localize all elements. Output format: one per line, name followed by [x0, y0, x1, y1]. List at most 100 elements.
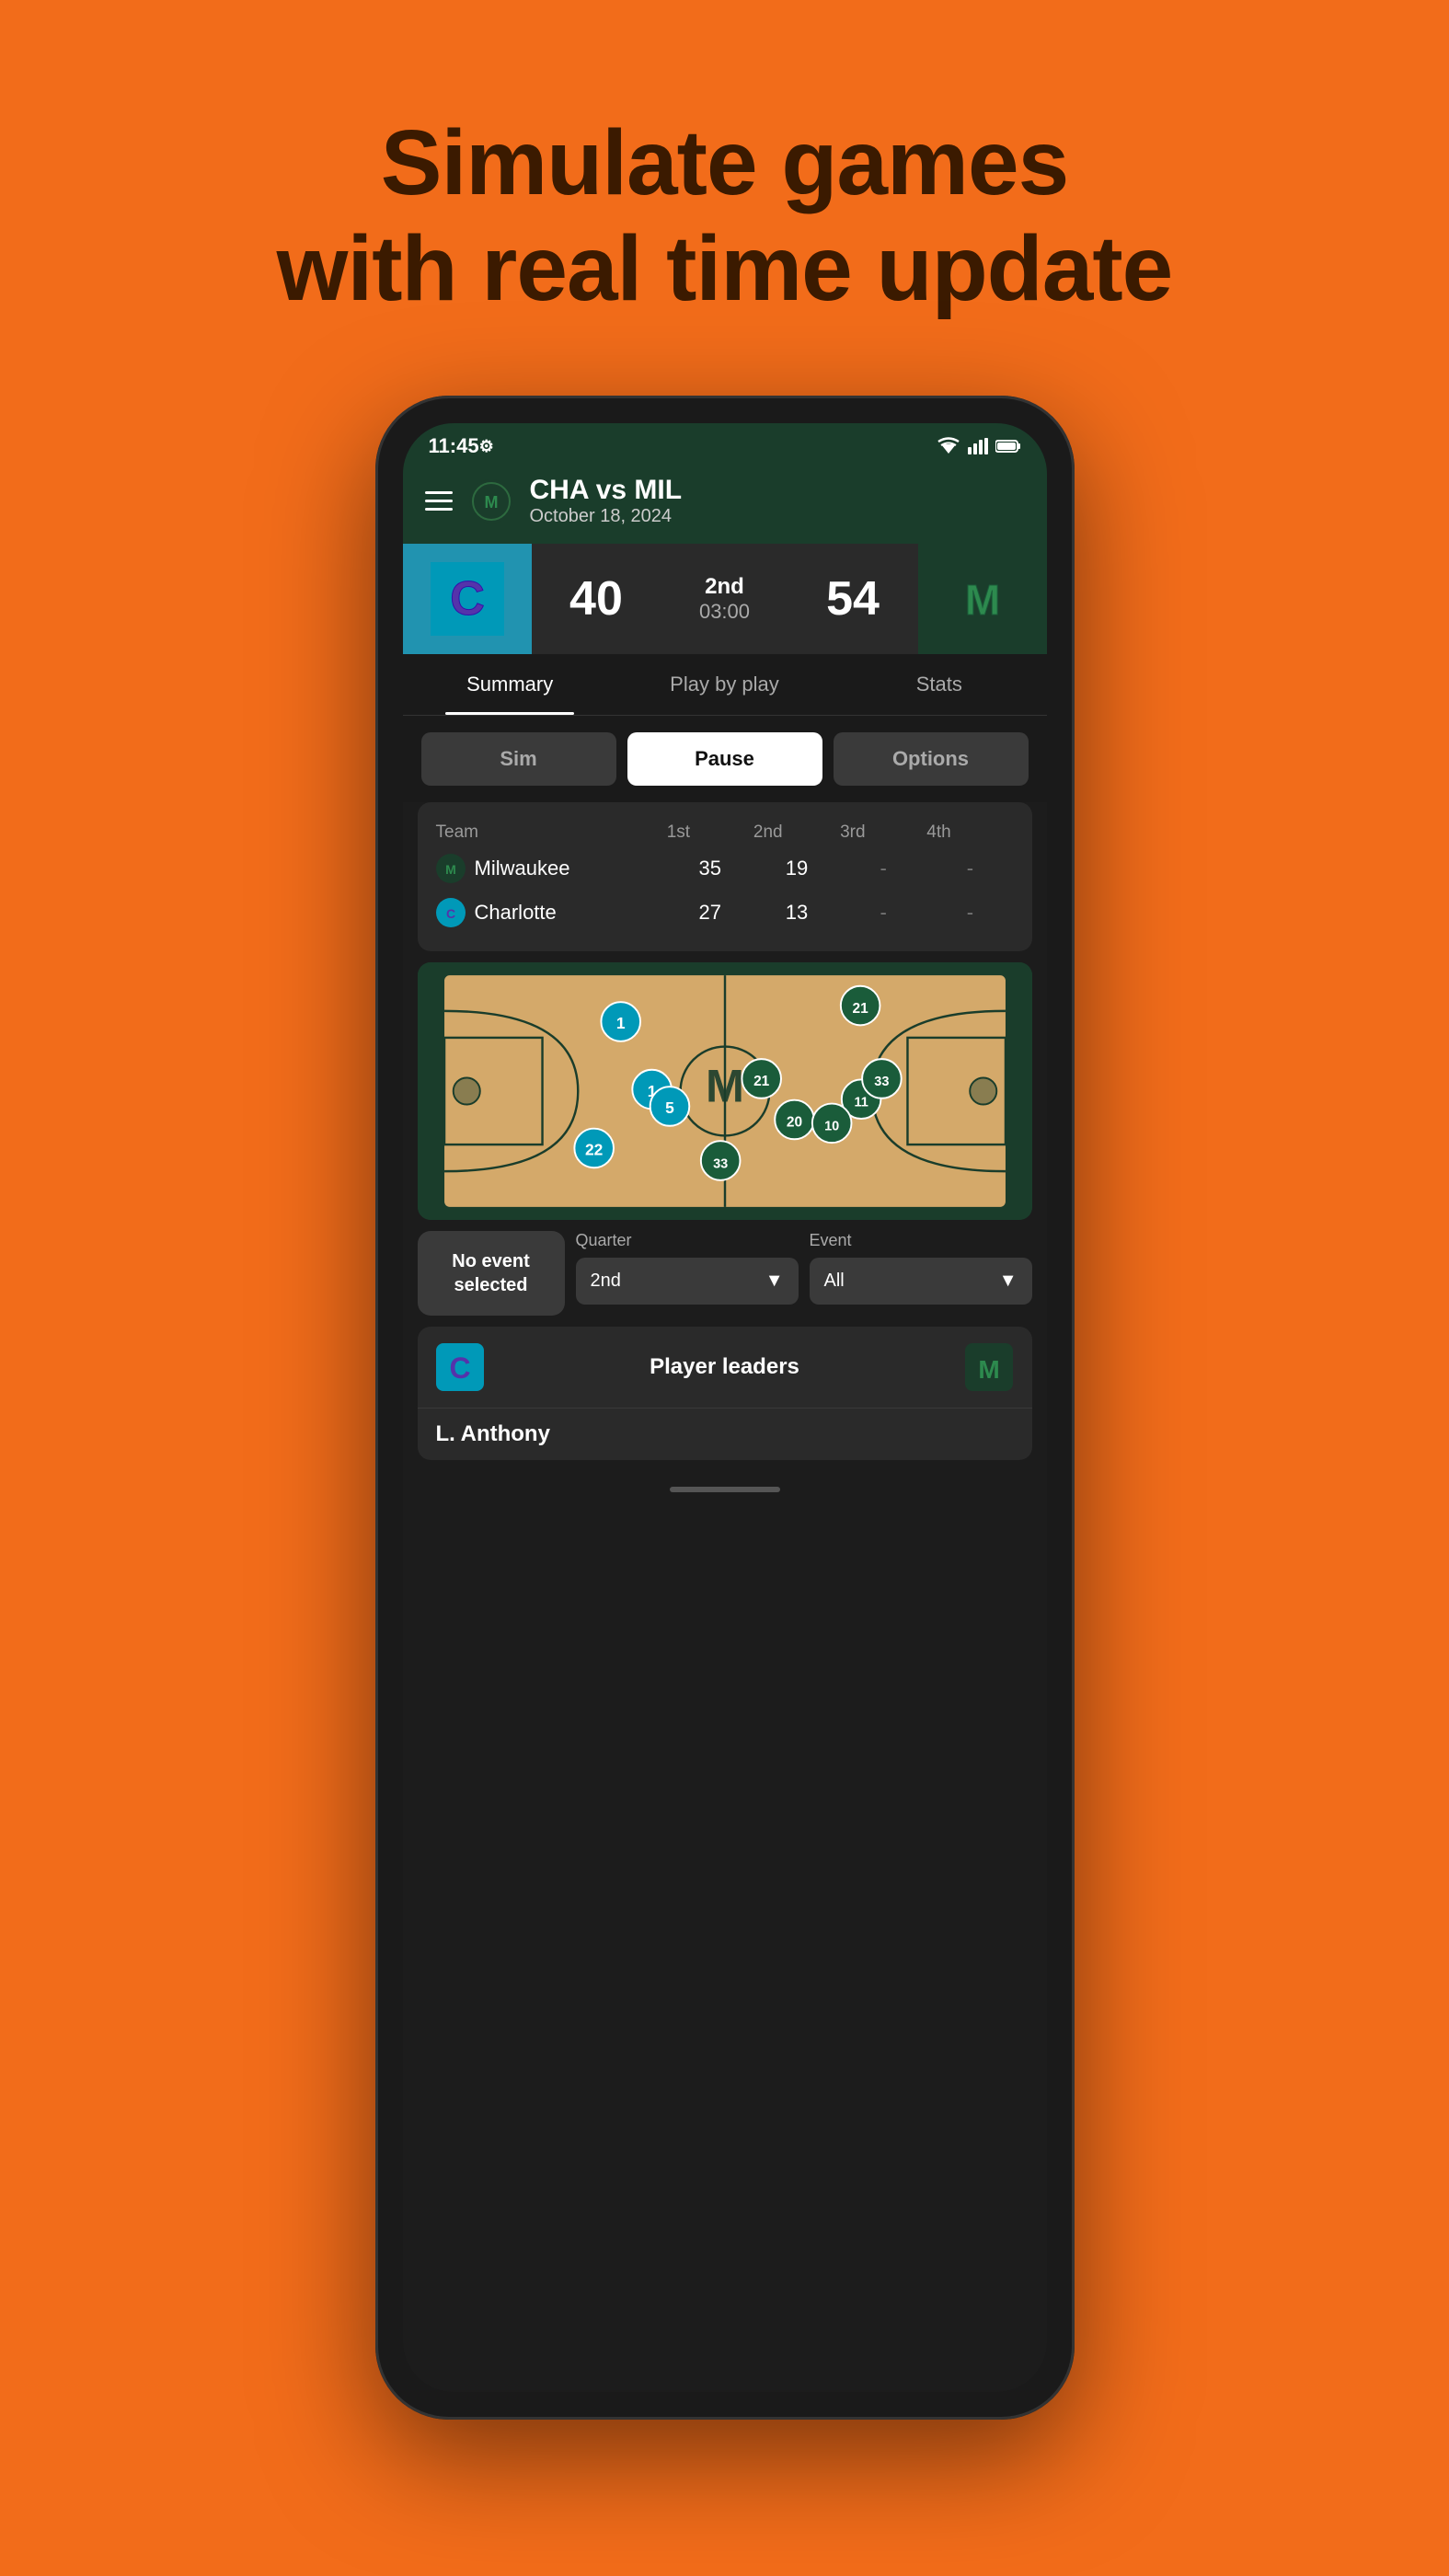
quarter-dropdown[interactable]: 2nd ▼ — [576, 1258, 799, 1305]
mil-q2: 19 — [753, 846, 840, 891]
match-title: CHA vs MIL — [530, 475, 1025, 506]
team-cha-cell: C Charlotte — [436, 898, 667, 927]
phone-frame: 11:45 ⚙ — [375, 396, 1075, 2420]
svg-text:20: 20 — [786, 1115, 801, 1131]
tab-bar: Summary Play by play Stats — [403, 654, 1047, 716]
mil-logo-small-icon: M — [471, 481, 512, 522]
cha-row-logo: C — [436, 898, 466, 927]
quarter-filter: Quarter 2nd ▼ — [576, 1231, 799, 1305]
svg-text:M: M — [445, 862, 456, 877]
event-chevron-icon: ▼ — [999, 1271, 1018, 1292]
svg-text:22: 22 — [584, 1141, 602, 1159]
quarter-label: Quarter — [576, 1231, 799, 1250]
basketball-court: M 1 1 5 22 21 21 20 33 — [418, 962, 1032, 1220]
court-svg: M 1 1 5 22 21 21 20 33 — [418, 962, 1032, 1220]
filters-row: Quarter 2nd ▼ Event All ▼ — [576, 1231, 1032, 1305]
scoreboard: C 40 2nd 03:00 54 M — [403, 544, 1047, 654]
leaders-title: Player leaders — [650, 1354, 799, 1380]
table-row: C Charlotte 27 13 - - — [436, 891, 1014, 935]
cha-team-name: Charlotte — [475, 901, 557, 925]
svg-text:33: 33 — [874, 1075, 889, 1089]
tab-play-by-play[interactable]: Play by play — [617, 654, 832, 715]
col-q2: 2nd — [753, 819, 840, 846]
cha-leaders-logo-icon: C — [436, 1343, 484, 1391]
mil-leaders-logo-icon: M — [965, 1343, 1013, 1391]
col-q3: 3rd — [840, 819, 926, 846]
score-right: 54 — [826, 571, 880, 627]
svg-text:M: M — [706, 1060, 744, 1112]
svg-text:10: 10 — [824, 1120, 839, 1134]
leaders-body: L. Anthony — [418, 1409, 1032, 1460]
svg-text:C: C — [450, 572, 485, 626]
time-display: 03:00 — [699, 600, 750, 624]
mil-q3: - — [840, 846, 926, 891]
svg-text:C: C — [449, 1351, 470, 1385]
game-controls: Sim Pause Options — [403, 716, 1047, 802]
mil-logo-icon: M — [946, 562, 1019, 636]
options-button[interactable]: Options — [834, 732, 1029, 786]
svg-text:21: 21 — [753, 1074, 770, 1089]
match-date: October 18, 2024 — [530, 506, 1025, 527]
svg-text:21: 21 — [852, 1001, 868, 1017]
app-header: M CHA vs MIL October 18, 2024 — [403, 466, 1047, 544]
cha-logo-icon: C — [431, 562, 504, 636]
col-team: Team — [436, 819, 667, 846]
cha-q4: - — [926, 891, 1013, 935]
event-selector: No event selected Quarter 2nd ▼ Event A — [418, 1231, 1032, 1316]
no-event-text: No event selected — [434, 1249, 548, 1297]
svg-text:1: 1 — [615, 1014, 625, 1032]
settings-icon: ⚙ — [479, 437, 494, 456]
battery-icon — [995, 439, 1021, 454]
mil-q1: 35 — [667, 846, 753, 891]
match-info: CHA vs MIL October 18, 2024 — [530, 475, 1025, 527]
headline: Simulate games with real time update — [277, 110, 1173, 322]
team-left-panel: C — [403, 544, 532, 654]
table-row: M Milwaukee 35 19 - - — [436, 846, 1014, 891]
no-event-box: No event selected — [418, 1231, 565, 1316]
wifi-icon — [937, 437, 960, 455]
mil-row-logo: M — [436, 854, 466, 883]
player-name: L. Anthony — [436, 1421, 550, 1446]
quarter-scores-table: Team 1st 2nd 3rd 4th M — [418, 802, 1032, 951]
headline-line2: with real time update — [277, 216, 1173, 322]
event-filter: Event All ▼ — [810, 1231, 1032, 1305]
event-value: All — [824, 1271, 845, 1292]
svg-text:M: M — [979, 1355, 1000, 1384]
mil-team-name: Milwaukee — [475, 857, 570, 880]
headline-line1: Simulate games — [277, 110, 1173, 216]
pause-button[interactable]: Pause — [627, 732, 822, 786]
svg-text:M: M — [964, 576, 999, 624]
headline-container: Simulate games with real time update — [277, 55, 1173, 322]
team-mil-cell: M Milwaukee — [436, 854, 667, 883]
tab-stats[interactable]: Stats — [832, 654, 1046, 715]
home-indicator — [403, 1471, 1047, 1508]
menu-button[interactable] — [425, 491, 453, 511]
phone-screen: 11:45 ⚙ — [403, 423, 1047, 2392]
quarter-chevron-icon: ▼ — [765, 1271, 784, 1292]
cha-q1: 27 — [667, 891, 753, 935]
status-time: 11:45 — [429, 434, 479, 458]
filters-section: Quarter 2nd ▼ Event All ▼ — [576, 1231, 1032, 1316]
team-logo-header: M — [469, 479, 513, 523]
col-q1: 1st — [667, 819, 753, 846]
quarter-display: 2nd — [699, 574, 750, 600]
mil-q4: - — [926, 846, 1013, 891]
score-center: 40 2nd 03:00 54 — [532, 544, 918, 654]
status-icons — [937, 437, 1021, 455]
svg-text:11: 11 — [854, 1095, 868, 1110]
status-bar: 11:45 ⚙ — [403, 423, 1047, 466]
home-bar — [670, 1487, 780, 1492]
svg-text:5: 5 — [665, 1098, 674, 1117]
event-label: Event — [810, 1231, 1032, 1250]
signal-icon — [968, 438, 988, 454]
sim-button[interactable]: Sim — [421, 732, 616, 786]
svg-text:33: 33 — [713, 1156, 728, 1171]
cha-q3: - — [840, 891, 926, 935]
svg-text:C: C — [445, 906, 454, 921]
player-leaders-section: C Player leaders M L. Anthony — [418, 1327, 1032, 1460]
tab-summary[interactable]: Summary — [403, 654, 617, 715]
quarter-value: 2nd — [591, 1271, 621, 1292]
game-clock: 2nd 03:00 — [699, 574, 750, 624]
event-dropdown[interactable]: All ▼ — [810, 1258, 1032, 1305]
svg-text:M: M — [484, 493, 498, 512]
